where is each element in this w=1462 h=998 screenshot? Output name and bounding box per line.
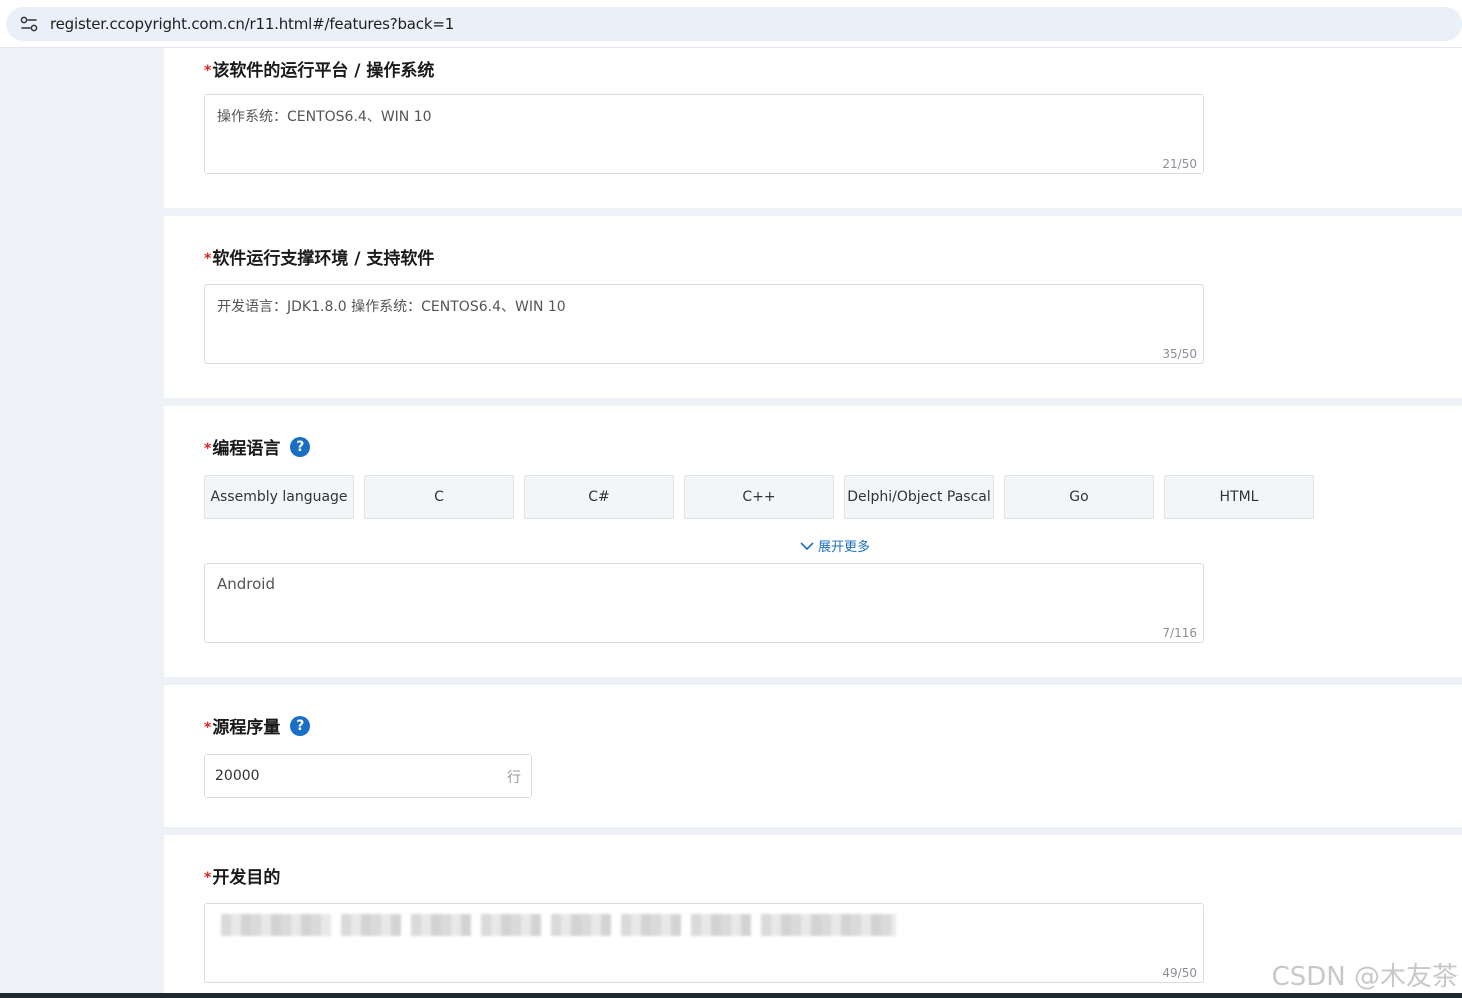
source-lines-input[interactable]: 20000 行: [204, 754, 532, 798]
language-option-go[interactable]: Go: [1004, 475, 1154, 519]
purpose-label-text: 开发目的: [212, 868, 281, 888]
language-option-html[interactable]: HTML: [1164, 475, 1314, 519]
language-option-cpp[interactable]: C++: [684, 475, 834, 519]
environment-label: * 软件运行支撑环境 / 支持软件: [204, 244, 434, 269]
help-icon[interactable]: ?: [290, 715, 311, 736]
purpose-section: * 开发目的 49/50: [164, 835, 1462, 998]
site-settings-icon[interactable]: [20, 16, 38, 32]
platform-label-text: 该软件的运行平台 / 操作系统: [212, 61, 435, 81]
language-textarea[interactable]: Android 7/116: [204, 563, 1204, 643]
source-lines-unit: 行: [507, 770, 521, 786]
environment-textarea[interactable]: 开发语言：JDK1.8.0 操作系统：CENTOS6.4、WIN 10 35/5…: [204, 284, 1204, 364]
url-text[interactable]: register.ccopyright.com.cn/r11.html#/fea…: [50, 15, 454, 33]
language-label: * 编程语言 ?: [204, 434, 311, 459]
language-option-csharp[interactable]: C#: [524, 475, 674, 519]
required-mark: *: [204, 440, 212, 457]
required-mark: *: [204, 250, 212, 267]
redacted-content: [221, 914, 906, 936]
browser-address-bar: register.ccopyright.com.cn/r11.html#/fea…: [0, 0, 1462, 48]
environment-value[interactable]: 开发语言：JDK1.8.0 操作系统：CENTOS6.4、WIN 10: [217, 296, 566, 316]
required-mark: *: [204, 62, 212, 79]
source-lines-label-text: 源程序量: [212, 718, 281, 738]
language-value[interactable]: Android: [217, 575, 275, 593]
expand-more-link[interactable]: 展开更多: [800, 536, 870, 555]
environment-char-counter: 35/50: [1162, 347, 1197, 361]
required-mark: *: [204, 719, 212, 736]
language-option-delphi[interactable]: Delphi/Object Pascal: [844, 475, 994, 519]
environment-label-text: 软件运行支撑环境 / 支持软件: [212, 249, 435, 269]
source-lines-label: * 源程序量 ?: [204, 713, 311, 738]
bottom-edge: [0, 993, 1462, 998]
purpose-label: * 开发目的: [204, 863, 280, 888]
expand-more-label[interactable]: 展开更多: [818, 536, 870, 555]
required-mark: *: [204, 869, 212, 886]
help-icon[interactable]: ?: [290, 436, 311, 457]
platform-section: * 该软件的运行平台 / 操作系统 操作系统：CENTOS6.4、WIN 10 …: [164, 48, 1462, 208]
chevron-down-icon: [800, 541, 814, 550]
platform-char-counter: 21/50: [1162, 157, 1197, 171]
tab-indicator: [752, 0, 968, 2]
source-lines-value[interactable]: 20000: [215, 768, 260, 784]
platform-label: * 该软件的运行平台 / 操作系统: [204, 56, 434, 81]
csdn-watermark: CSDN @木友茶: [1271, 962, 1458, 992]
purpose-char-counter: 49/50: [1162, 966, 1197, 980]
language-option-c[interactable]: C: [364, 475, 514, 519]
language-label-text: 编程语言: [212, 439, 281, 459]
language-section: * 编程语言 ? Assembly language C C# C++ Delp…: [164, 406, 1462, 677]
platform-value[interactable]: 操作系统：CENTOS6.4、WIN 10: [217, 106, 432, 126]
language-option-assembly[interactable]: Assembly language: [204, 475, 354, 519]
purpose-textarea[interactable]: 49/50: [204, 903, 1204, 983]
source-lines-section: * 源程序量 ? 20000 行: [164, 685, 1462, 827]
platform-textarea[interactable]: 操作系统：CENTOS6.4、WIN 10 21/50: [204, 94, 1204, 174]
language-char-counter: 7/116: [1162, 626, 1197, 640]
environment-section: * 软件运行支撑环境 / 支持软件 开发语言：JDK1.8.0 操作系统：CEN…: [164, 216, 1462, 398]
url-field[interactable]: register.ccopyright.com.cn/r11.html#/fea…: [6, 7, 1462, 41]
